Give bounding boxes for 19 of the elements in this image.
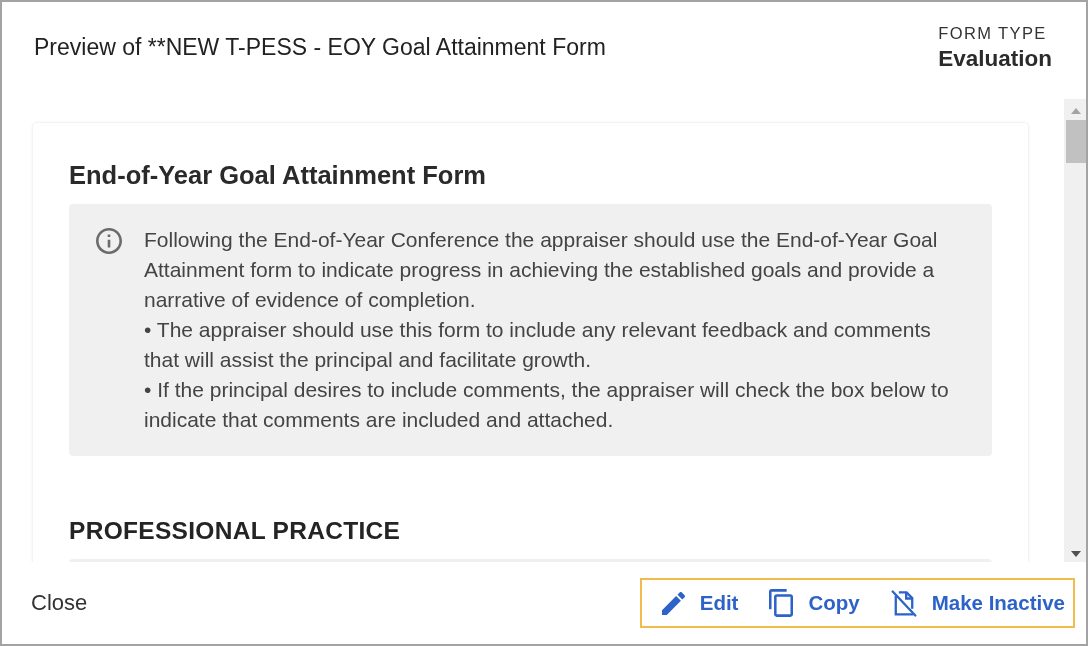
form-type-value: Evaluation <box>938 45 1052 73</box>
scrollbar[interactable] <box>1064 99 1086 562</box>
pencil-icon <box>661 591 685 615</box>
close-button[interactable]: Close <box>29 590 90 616</box>
form-type-label: FORM TYPE <box>938 23 1047 44</box>
scroll-up-icon[interactable] <box>1071 108 1081 114</box>
form-title: End-of-Year Goal Attainment Form <box>69 160 487 191</box>
section-title: PROFESSIONAL PRACTICE <box>69 516 402 546</box>
scroll-down-icon[interactable] <box>1071 551 1081 557</box>
dialog-title: Preview of **NEW T-PESS - EOY Goal Attainment Form <box>34 34 606 60</box>
copy-icon <box>769 589 794 617</box>
instruction-text: Following the End-of-Year Conference the appraiser should use the End-of-Year Goal Attainment form to indicate progress in achieving the established goals and provide a narrative of evidence of completion. <box>144 227 939 313</box>
info-icon <box>96 228 122 254</box>
instruction-text: • If the principal desires to include comments, the appraiser will check the box below to indicate that comments are included and attached. <box>144 377 950 433</box>
crossed-document-icon <box>890 589 917 617</box>
edit-button[interactable]: Edit <box>661 585 739 621</box>
scrollbar-thumb[interactable] <box>1066 120 1086 163</box>
instruction-text: • The appraiser should use this form to include any relevant feedback and comments that will assist the principal and facilitate growth. <box>144 317 932 373</box>
copy-button[interactable]: Copy <box>769 585 860 621</box>
